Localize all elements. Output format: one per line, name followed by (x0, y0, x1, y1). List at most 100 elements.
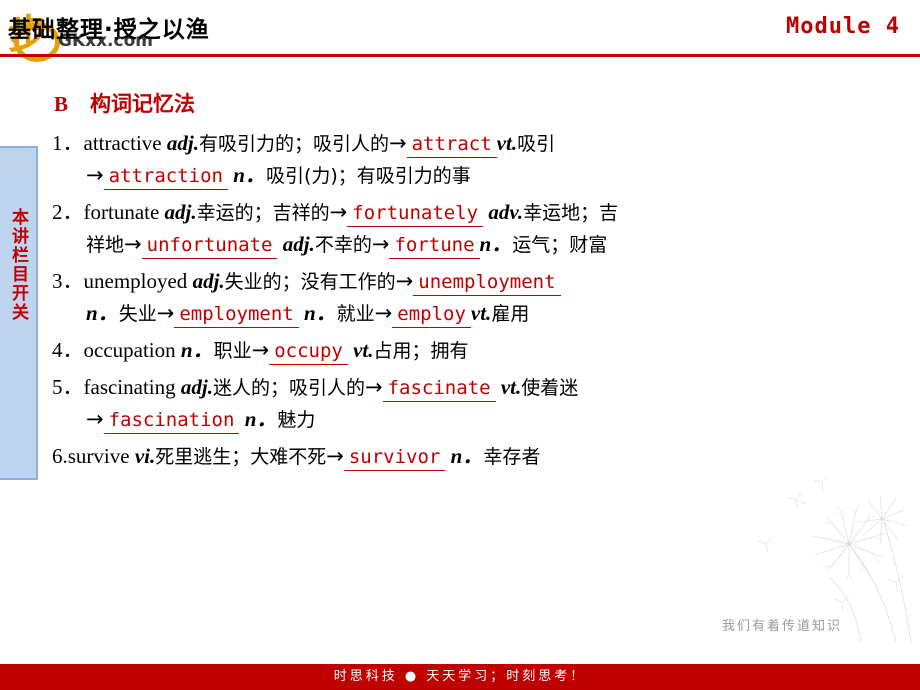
word-entry-line: 4．occupation n．职业→ occupy vt.占用；拥有 (52, 335, 904, 367)
entry-text: 迷人的；吸引人的 (212, 377, 365, 399)
entry-text: → (86, 163, 104, 187)
entry-text: n． (86, 301, 119, 325)
entry-text: 运气；财富 (512, 234, 608, 256)
entry-text: → (395, 269, 414, 293)
entry-text: → (86, 407, 104, 431)
page-header: 步 GKxx.com 基础整理·授之以渔 Module 4 (0, 0, 920, 62)
content-area: B 构词记忆法 1．attractive adj.有吸引力的；吸引人的→ attr… (44, 88, 904, 478)
word-entry-line: 6.survive vi.死里逃生；大难不死→ survivor n．幸存者 (52, 441, 904, 473)
entry-text: 幸运地；吉 (523, 202, 619, 224)
word-entry: 1．attractive adj.有吸引力的；吸引人的→ attract vt.吸引… (44, 128, 904, 192)
word-entry: 2．fortunate adj.幸运的；吉祥的→ fortunately adv.… (44, 197, 904, 261)
word-entry-line: n．失业→ employment n．就业→ employ vt.雇用 (52, 298, 904, 330)
answer-blank[interactable]: fascinate (382, 377, 496, 402)
word-entry: 3．unemployed adj.失业的；没有工作的→ unemployment… (44, 266, 904, 330)
section-letter: B (54, 92, 69, 116)
entry-text: n． (479, 232, 513, 256)
entry-text: adv. (483, 200, 524, 224)
word-entry-line: 2．fortunate adj.幸运的；吉祥的→ fortunately adv.… (52, 197, 904, 229)
entry-text: → (374, 301, 393, 325)
word-entry: 6.survive vi.死里逃生；大难不死→ survivor n．幸存者 (44, 441, 904, 473)
section-title-text: 构词记忆法 (89, 92, 195, 116)
dandelion-decoration (757, 474, 912, 642)
entry-text: n． (228, 163, 266, 187)
answer-blank[interactable]: attract (406, 133, 497, 158)
answer-blank[interactable]: fortune (389, 234, 480, 259)
word-entry: 4．occupation n．职业→ occupy vt.占用；拥有 (44, 335, 904, 367)
entry-text: 祥地 (86, 234, 125, 256)
answer-blank[interactable]: unfortunate (141, 234, 278, 259)
entry-text: → (388, 131, 407, 155)
entry-text: n． (298, 301, 337, 325)
word-entry: 5．fascinating adj.迷人的；吸引人的→ fascinate vt.… (44, 372, 904, 436)
answer-blank[interactable]: employ (392, 303, 471, 328)
word-entry-line: 祥地→ unfortunate adj.不幸的→ fortune n．运气；财富 (52, 229, 904, 261)
entry-text: n． (239, 407, 278, 431)
entry-text: 不幸的 (314, 234, 372, 256)
page-footer: 时思科技 ● 天天学习；时刻思考！ (0, 664, 920, 690)
entry-text: vt. (495, 375, 522, 399)
entry-text: 失业 (118, 303, 157, 325)
entry-text: → (326, 444, 344, 468)
entry-text: → (371, 232, 390, 256)
entry-text: vi. (134, 444, 156, 468)
entry-text: vt. (496, 131, 518, 155)
entry-text: → (365, 375, 383, 399)
answer-blank[interactable]: occupy (269, 340, 348, 365)
entry-text: 魅力 (277, 409, 316, 431)
entry-text: occupation (83, 338, 181, 362)
entry-text: vt. (470, 301, 492, 325)
entry-number: 4． (52, 338, 84, 362)
entry-text: 使着迷 (521, 377, 579, 399)
footer-text: 时思科技 ● 天天学习；时刻思考！ (333, 669, 587, 684)
entry-text: 幸运的；吉祥的 (196, 202, 330, 224)
entry-text: fortunate (83, 200, 165, 224)
entry-text: adj. (166, 131, 199, 155)
entry-text: → (329, 200, 348, 224)
answer-blank[interactable]: attraction (103, 165, 228, 190)
entry-text: adj. (164, 200, 197, 224)
answer-blank[interactable]: unemployment (413, 271, 561, 296)
side-tab[interactable]: 本讲栏目开关 (0, 146, 38, 480)
entry-text: 雇用 (491, 303, 530, 325)
entry-text: 吸引(力)；有吸引力的事 (265, 165, 471, 187)
word-entry-line: → fascination n．魅力 (52, 404, 904, 436)
entry-text: → (251, 338, 270, 362)
section-heading: B 构词记忆法 (54, 88, 904, 118)
watermark-text: 我们有着传道知识 (721, 619, 842, 634)
entry-text: adj. (277, 232, 315, 256)
entry-number: 3． (52, 269, 84, 293)
entry-text: 就业 (336, 303, 375, 325)
entry-text: 有吸引力的；吸引人的 (198, 133, 389, 155)
answer-blank[interactable]: fortunately (347, 202, 484, 227)
entry-text: → (124, 232, 142, 256)
entry-text: n． (445, 444, 484, 468)
entry-text: n． (180, 338, 214, 362)
entry-text: 失业的；没有工作的 (224, 271, 396, 293)
answer-blank[interactable]: fascination (103, 409, 240, 434)
entry-text: vt. (347, 338, 374, 362)
word-entry-line: 5．fascinating adj.迷人的；吸引人的→ fascinate vt.… (52, 372, 904, 404)
entry-number: 6. (52, 444, 68, 468)
answer-blank[interactable]: employment (174, 303, 299, 328)
word-entry-line: → attraction n．吸引(力)；有吸引力的事 (52, 160, 904, 192)
word-entry-line: 3．unemployed adj.失业的；没有工作的→ unemployment (52, 266, 904, 298)
page-title: 基础整理·授之以渔 (8, 17, 210, 43)
side-tab-label: 本讲栏目开关 (8, 208, 28, 322)
entry-text: 占用；拥有 (373, 340, 469, 362)
word-formation-list: 1．attractive adj.有吸引力的；吸引人的→ attract vt.吸引… (44, 128, 904, 473)
answer-blank[interactable]: survivor (343, 446, 446, 471)
word-entry-line: 1．attractive adj.有吸引力的；吸引人的→ attract vt.吸引 (52, 128, 904, 160)
entry-text: 吸引 (517, 133, 556, 155)
module-label: Module 4 (786, 14, 900, 39)
entry-number: 1． (52, 131, 84, 155)
entry-text: → (156, 301, 175, 325)
entry-text: 幸存者 (483, 446, 541, 468)
entry-text: fascinating (83, 375, 181, 399)
entry-text: 死里逃生；大难不死 (155, 446, 327, 468)
entry-number: 2． (52, 200, 84, 224)
entry-number: 5． (52, 375, 84, 399)
entry-text: attractive (83, 131, 167, 155)
entry-text: unemployed (83, 269, 193, 293)
entry-text: survive (67, 444, 135, 468)
